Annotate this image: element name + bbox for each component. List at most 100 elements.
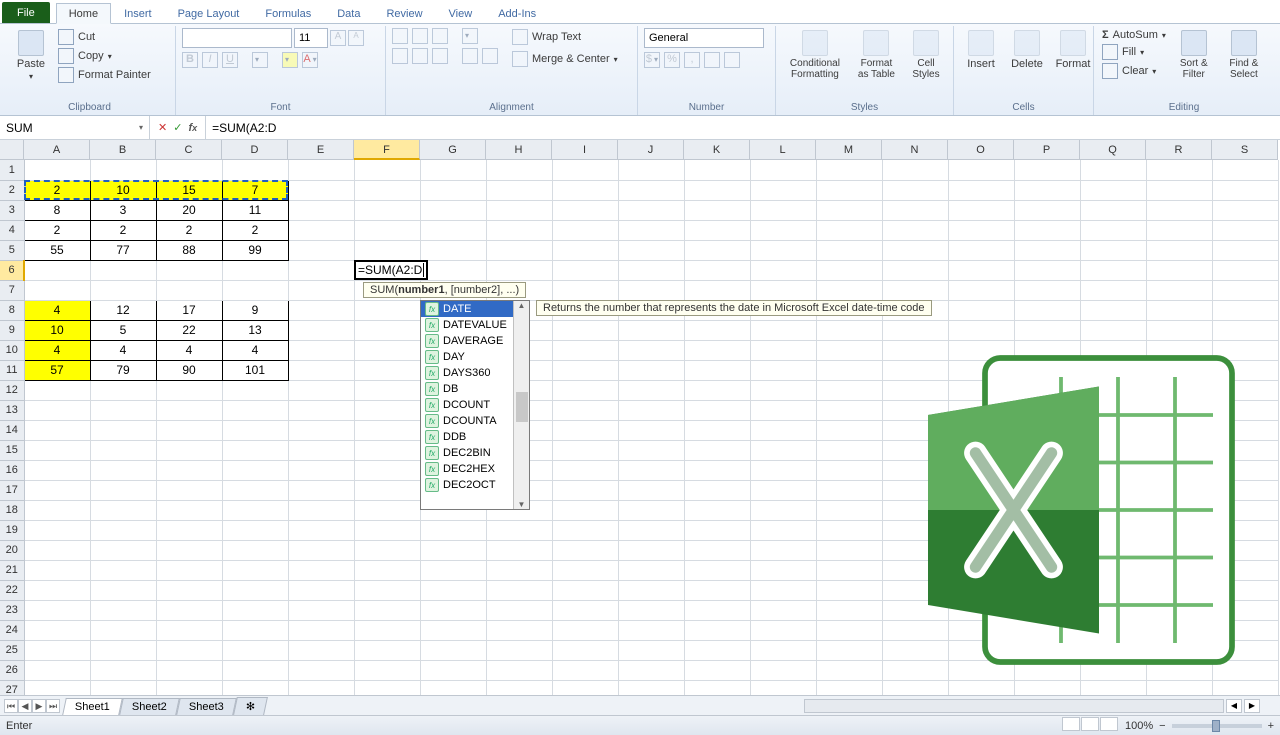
row-header-13[interactable]: 13 bbox=[0, 400, 24, 420]
cell-G4[interactable] bbox=[420, 220, 486, 240]
cell-K20[interactable] bbox=[684, 540, 750, 560]
cell-E2[interactable] bbox=[288, 180, 354, 200]
cell-N4[interactable] bbox=[882, 220, 948, 240]
cell-D3[interactable]: 11 bbox=[222, 200, 288, 220]
format-painter-button[interactable]: Format Painter bbox=[56, 66, 153, 84]
cell-J25[interactable] bbox=[618, 640, 684, 660]
cell-L1[interactable] bbox=[750, 160, 816, 180]
cell-E9[interactable] bbox=[288, 320, 354, 340]
tab-insert[interactable]: Insert bbox=[111, 3, 165, 23]
cell-L17[interactable] bbox=[750, 480, 816, 500]
cell-A13[interactable] bbox=[24, 400, 90, 420]
cell-A1[interactable] bbox=[24, 160, 90, 180]
cell-E11[interactable] bbox=[288, 360, 354, 380]
cell-I10[interactable] bbox=[552, 340, 618, 360]
zoom-out[interactable]: − bbox=[1159, 720, 1165, 732]
sheet-nav-first[interactable]: ⏮ bbox=[4, 699, 18, 713]
cell-E15[interactable] bbox=[288, 440, 354, 460]
format-cells-button[interactable]: Format bbox=[1052, 28, 1094, 72]
row-header-9[interactable]: 9 bbox=[0, 320, 24, 340]
cell-B6[interactable] bbox=[90, 260, 156, 280]
cell-styles-button[interactable]: Cell Styles bbox=[905, 28, 947, 82]
bold-button[interactable]: B bbox=[182, 52, 198, 68]
underline-button[interactable]: U bbox=[222, 52, 238, 68]
conditional-formatting-button[interactable]: Conditional Formatting bbox=[782, 28, 848, 82]
cell-E23[interactable] bbox=[288, 600, 354, 620]
cell-Q1[interactable] bbox=[1080, 160, 1146, 180]
cell-C7[interactable] bbox=[156, 280, 222, 300]
hscroll-track[interactable] bbox=[804, 699, 1224, 713]
cell-M21[interactable] bbox=[816, 560, 882, 580]
cell-A25[interactable] bbox=[24, 640, 90, 660]
cell-L15[interactable] bbox=[750, 440, 816, 460]
cell-L2[interactable] bbox=[750, 180, 816, 200]
cell-D21[interactable] bbox=[222, 560, 288, 580]
cell-D8[interactable]: 9 bbox=[222, 300, 288, 320]
cell-L12[interactable] bbox=[750, 380, 816, 400]
cell-J22[interactable] bbox=[618, 580, 684, 600]
enter-formula-button[interactable]: ✓ bbox=[173, 121, 182, 134]
cell-B22[interactable] bbox=[90, 580, 156, 600]
row-header-8[interactable]: 8 bbox=[0, 300, 24, 320]
cell-D5[interactable]: 99 bbox=[222, 240, 288, 260]
cell-K26[interactable] bbox=[684, 660, 750, 680]
cell-I23[interactable] bbox=[552, 600, 618, 620]
cell-C18[interactable] bbox=[156, 500, 222, 520]
cell-K7[interactable] bbox=[684, 280, 750, 300]
sheet-tab-sheet3[interactable]: Sheet3 bbox=[176, 698, 236, 715]
new-sheet-button[interactable]: ✻ bbox=[233, 697, 268, 715]
cell-A27[interactable] bbox=[24, 680, 90, 695]
row-header-15[interactable]: 15 bbox=[0, 440, 24, 460]
cell-M12[interactable] bbox=[816, 380, 882, 400]
cell-C26[interactable] bbox=[156, 660, 222, 680]
cell-J1[interactable] bbox=[618, 160, 684, 180]
cell-A24[interactable] bbox=[24, 620, 90, 640]
cell-K9[interactable] bbox=[684, 320, 750, 340]
cell-I6[interactable] bbox=[552, 260, 618, 280]
cell-J13[interactable] bbox=[618, 400, 684, 420]
align-top-icon[interactable] bbox=[392, 28, 408, 44]
indent-inc-icon[interactable] bbox=[482, 48, 498, 64]
cell-D13[interactable] bbox=[222, 400, 288, 420]
shrink-font-icon[interactable]: A bbox=[348, 30, 364, 46]
cell-K21[interactable] bbox=[684, 560, 750, 580]
cell-R5[interactable] bbox=[1146, 240, 1212, 260]
row-header-17[interactable]: 17 bbox=[0, 480, 24, 500]
ac-item-dcount[interactable]: fxDCOUNT bbox=[421, 397, 513, 413]
formula-autocomplete[interactable]: fxDATEfxDATEVALUEfxDAVERAGEfxDAYfxDAYS36… bbox=[420, 300, 530, 510]
cell-F23[interactable] bbox=[354, 600, 420, 620]
cell-K22[interactable] bbox=[684, 580, 750, 600]
cell-J15[interactable] bbox=[618, 440, 684, 460]
cell-editor[interactable]: =SUM(A2:D bbox=[354, 260, 428, 280]
cell-R3[interactable] bbox=[1146, 200, 1212, 220]
cell-F11[interactable] bbox=[354, 360, 420, 380]
cell-E10[interactable] bbox=[288, 340, 354, 360]
cell-K1[interactable] bbox=[684, 160, 750, 180]
cell-A7[interactable] bbox=[24, 280, 90, 300]
row-header-14[interactable]: 14 bbox=[0, 420, 24, 440]
cell-J23[interactable] bbox=[618, 600, 684, 620]
cell-D27[interactable] bbox=[222, 680, 288, 695]
cell-H4[interactable] bbox=[486, 220, 552, 240]
cell-D11[interactable]: 101 bbox=[222, 360, 288, 380]
cell-B14[interactable] bbox=[90, 420, 156, 440]
cell-A10[interactable]: 4 bbox=[24, 340, 90, 360]
cell-F3[interactable] bbox=[354, 200, 420, 220]
clear-button[interactable]: Clear▾ bbox=[1100, 62, 1168, 80]
ac-item-db[interactable]: fxDB bbox=[421, 381, 513, 397]
cell-B26[interactable] bbox=[90, 660, 156, 680]
cell-N7[interactable] bbox=[882, 280, 948, 300]
cell-M1[interactable] bbox=[816, 160, 882, 180]
cell-C6[interactable] bbox=[156, 260, 222, 280]
cell-G5[interactable] bbox=[420, 240, 486, 260]
cell-L26[interactable] bbox=[750, 660, 816, 680]
cell-A18[interactable] bbox=[24, 500, 90, 520]
cell-P8[interactable] bbox=[1014, 300, 1080, 320]
cell-B13[interactable] bbox=[90, 400, 156, 420]
cell-L27[interactable] bbox=[750, 680, 816, 695]
cell-R1[interactable] bbox=[1146, 160, 1212, 180]
cell-D12[interactable] bbox=[222, 380, 288, 400]
col-header-N[interactable]: N bbox=[882, 140, 948, 160]
comma-icon[interactable]: , bbox=[684, 52, 700, 68]
merge-center-button[interactable]: Merge & Center▾ bbox=[510, 50, 620, 68]
